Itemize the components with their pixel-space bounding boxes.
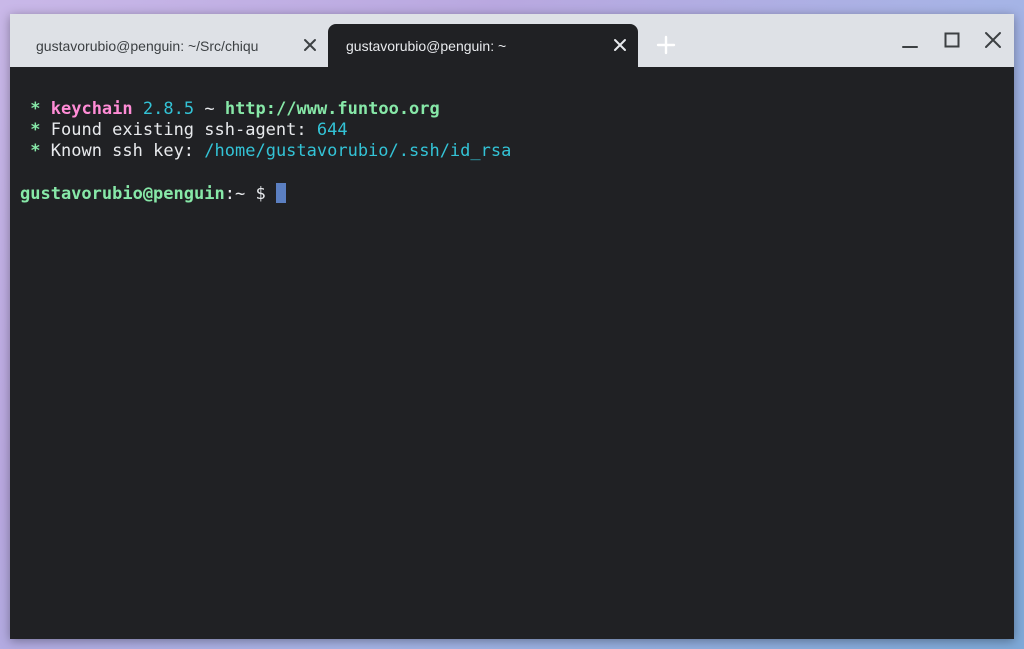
close-icon[interactable] (983, 30, 1003, 50)
prompt-path: ~ (234, 184, 246, 204)
shell-prompt[interactable]: gustavorubio@penguin:~ $ (20, 183, 286, 205)
tab-src[interactable]: gustavorubio@penguin: ~/Src/chiqu (10, 24, 328, 67)
ssh-agent-pid: 644 (316, 120, 348, 140)
terminal-window: gustavorubio@penguin: ~/Src/chiqu gustav… (10, 14, 1014, 639)
bullet-star: * (30, 120, 41, 140)
prompt-symbol: $ (255, 184, 266, 204)
ssh-key-line: * Known ssh key: /home/gustavorubio/.ssh… (20, 141, 511, 162)
ssh-key-path: /home/gustavorubio/.ssh/id_rsa (204, 141, 512, 161)
keychain-name: keychain (50, 99, 133, 119)
plus-icon[interactable] (656, 35, 676, 55)
minimize-icon[interactable] (900, 32, 920, 52)
prompt-user-host: gustavorubio@penguin (20, 184, 225, 204)
ssh-agent-text: Found existing ssh-agent: (50, 120, 307, 140)
text-cursor (275, 183, 286, 203)
close-icon[interactable] (302, 37, 318, 53)
keychain-line: * keychain 2.8.5 ~ http://www.funtoo.org (20, 99, 440, 120)
tab-title: gustavorubio@penguin: ~/Src/chiqu (36, 37, 259, 54)
tab-home[interactable]: gustavorubio@penguin: ~ (328, 24, 638, 67)
bullet-star: * (30, 141, 41, 161)
bullet-star: * (30, 99, 41, 119)
terminal-output[interactable]: * keychain 2.8.5 ~ http://www.funtoo.org… (10, 67, 1014, 639)
separator: ~ (204, 99, 215, 119)
prompt-colon: : (224, 184, 235, 204)
maximize-icon[interactable] (942, 30, 962, 50)
keychain-version: 2.8.5 (142, 99, 195, 119)
tab-title: gustavorubio@penguin: ~ (346, 37, 507, 54)
ssh-key-text: Known ssh key: (50, 141, 195, 161)
ssh-agent-line: * Found existing ssh-agent: 644 (20, 120, 348, 141)
keychain-url: http://www.funtoo.org (224, 99, 440, 119)
tab-strip: gustavorubio@penguin: ~/Src/chiqu gustav… (10, 14, 1014, 67)
close-icon[interactable] (612, 37, 628, 53)
